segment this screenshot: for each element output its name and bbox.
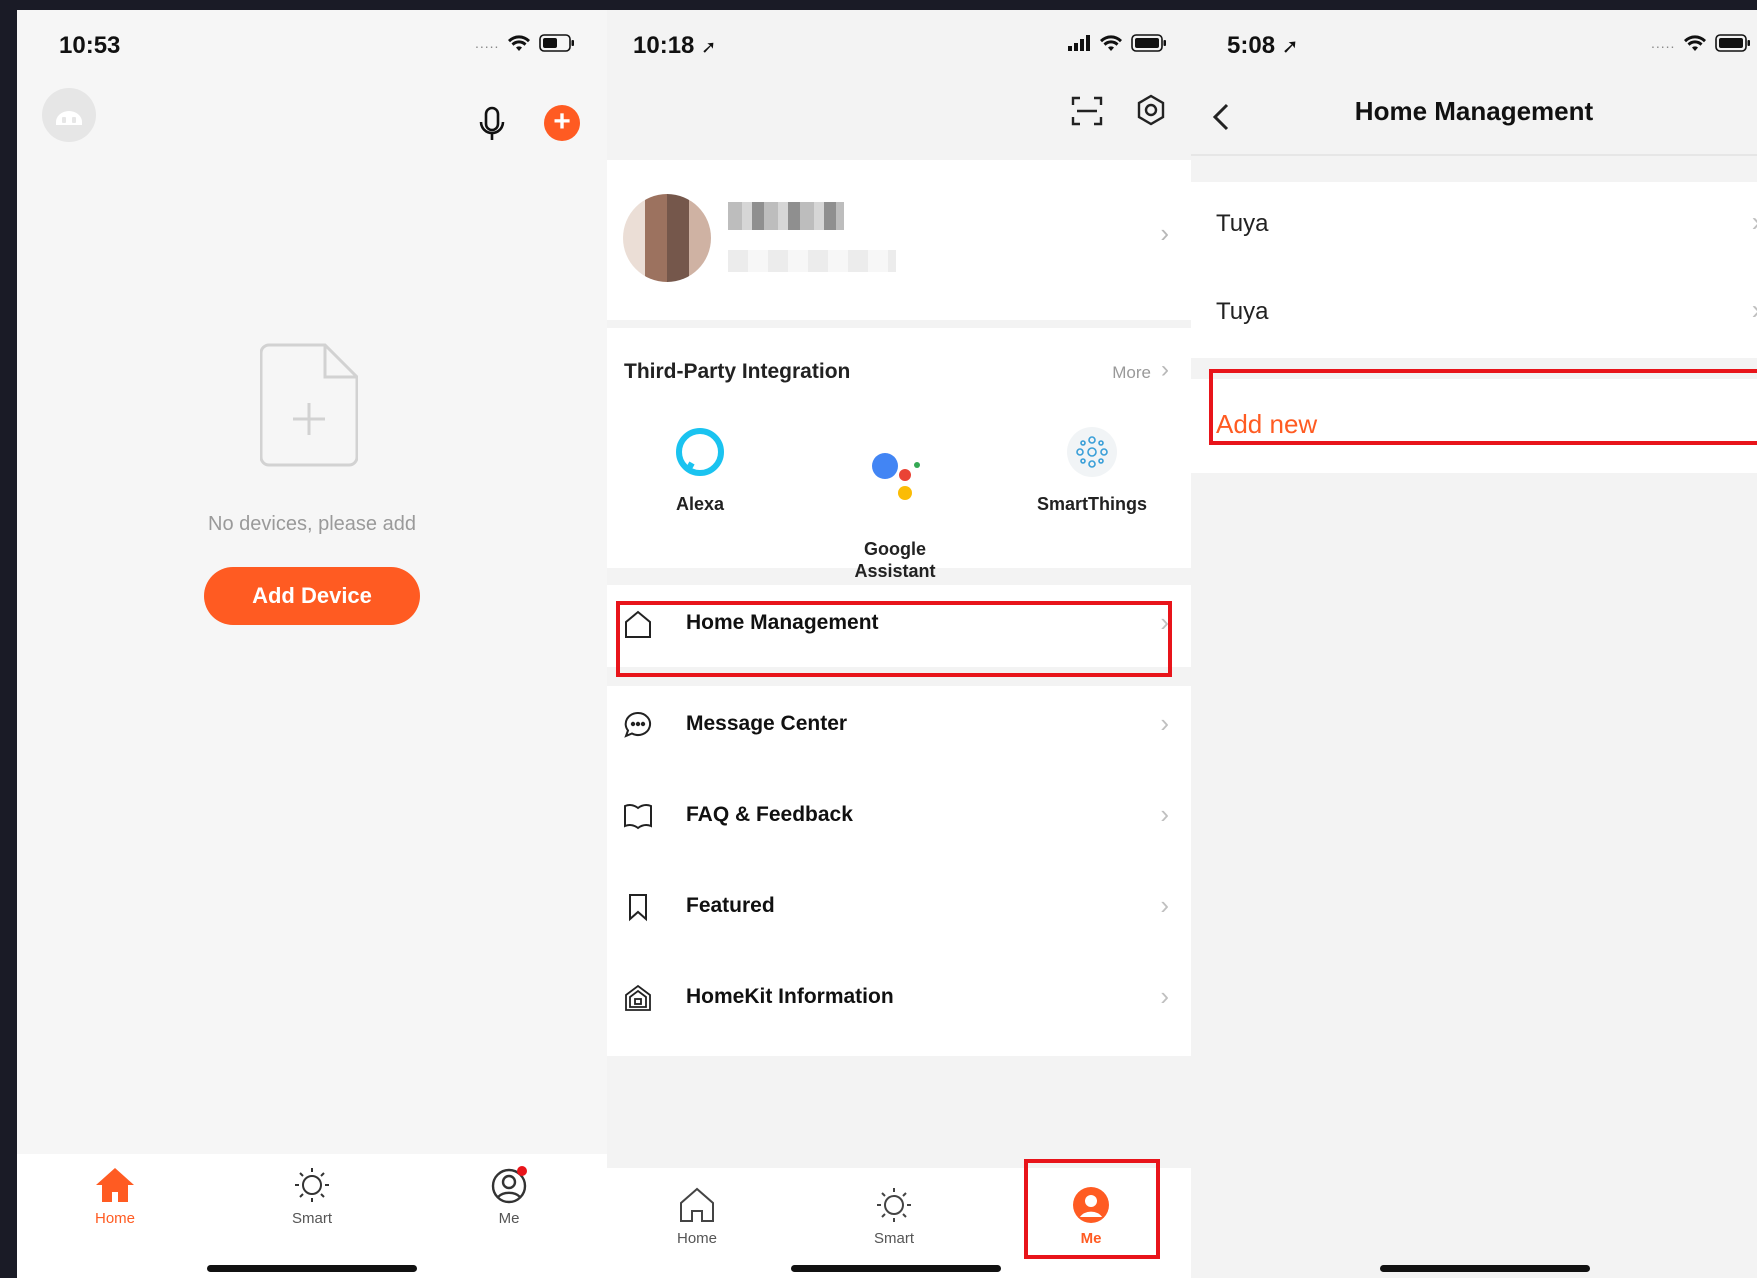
tab-smart[interactable]: Smart (252, 1166, 372, 1227)
menu-item-label: HomeKit Information (686, 985, 894, 1008)
highlight-home-management (616, 601, 1172, 677)
page-title: Home Management (1354, 96, 1594, 126)
tab-bar: Home Smart Me (17, 1154, 607, 1278)
more-link[interactable]: More (1112, 363, 1151, 383)
status-time: 10:53 (59, 32, 121, 59)
integration-label: Alexa (675, 494, 725, 514)
home-screen: 10:53 ..... + No devices, please add Add… (17, 10, 607, 1278)
home-indicator (207, 1265, 417, 1272)
settings-icon[interactable] (1135, 94, 1167, 131)
status-bar: 10:53 ..... (17, 10, 607, 80)
highlight-add-new (1209, 369, 1757, 445)
status-time-text: 5:08 (1227, 32, 1276, 59)
status-time-text: 10:18 (633, 32, 695, 59)
battery-icon (1131, 34, 1167, 52)
home-list: Tuya › Tuya › (1191, 182, 1757, 358)
empty-state-text: No devices, please add (208, 513, 416, 535)
nav-divider (1191, 154, 1757, 156)
home-name: Tuya (1216, 210, 1269, 237)
battery-icon (539, 34, 575, 52)
menu-item-featured[interactable]: Featured › (607, 868, 1191, 948)
menu-item-label: FAQ & Feedback (686, 803, 853, 826)
battery-icon (1715, 34, 1751, 52)
wifi-icon (1099, 34, 1123, 52)
status-icons: ..... (475, 34, 575, 52)
home-management-screen: 5:08 ➚ ..... Home Management Tuya › Tuya… (1191, 10, 1757, 1278)
home-list-item[interactable]: Tuya › (1191, 182, 1757, 270)
profile-account-blurred (728, 250, 896, 272)
chevron-right-icon: › (1160, 708, 1169, 738)
add-device-button[interactable]: Add Device (204, 567, 420, 625)
robot-avatar-icon[interactable] (42, 88, 96, 142)
wifi-icon (507, 34, 531, 52)
home-outline-icon (680, 1187, 714, 1222)
chevron-right-icon: › (1161, 356, 1169, 383)
home-indicator (1380, 1265, 1590, 1272)
menu-item-homekit-information[interactable]: HomeKit Information › (607, 959, 1191, 1039)
home-list-item[interactable]: Tuya › (1191, 270, 1757, 358)
tab-label: Smart (291, 1210, 332, 1227)
menu-card: Message Center › FAQ & Feedback › Featur… (607, 686, 1191, 1056)
tab-label: Smart (873, 1230, 914, 1247)
third-party-title: Third-Party Integration (624, 360, 851, 383)
wifi-icon (1683, 34, 1707, 52)
signal-dots-icon: ..... (1651, 35, 1676, 51)
homekit-icon (623, 983, 653, 1018)
scan-icon[interactable] (1071, 95, 1103, 132)
status-icons: ..... (1651, 34, 1751, 52)
avatar (623, 194, 711, 282)
integration-smartthings[interactable]: SmartThings (1002, 424, 1182, 515)
me-screen: 10:18 ➚ › Third-Party Integration More › (607, 10, 1191, 1278)
menu-item-message-center[interactable]: Message Center › (607, 686, 1191, 766)
tab-label: Me (498, 1210, 520, 1227)
tab-label: Home (94, 1210, 135, 1227)
sun-icon (877, 1188, 911, 1222)
signal-dots-icon: ..... (475, 35, 500, 51)
bookmark-icon (623, 892, 653, 927)
sun-icon (295, 1168, 329, 1202)
chat-bubble-icon (623, 710, 653, 745)
third-party-card: Third-Party Integration More › Alexa Goo… (607, 328, 1191, 581)
smartthings-icon (1002, 424, 1182, 480)
profile-card[interactable]: › (607, 160, 1191, 320)
menu-item-faq-feedback[interactable]: FAQ & Feedback › (607, 777, 1191, 857)
tab-home[interactable]: Home (55, 1166, 175, 1227)
chevron-right-icon: › (1160, 218, 1169, 248)
integration-google-assistant[interactable]: Google Assistant (805, 424, 985, 582)
status-time: 5:08 ➚ (1227, 32, 1298, 60)
chevron-right-icon: › (1160, 890, 1169, 920)
add-plus-button[interactable]: + (544, 105, 580, 141)
integration-label: SmartThings (1036, 494, 1147, 514)
integration-label: Google Assistant (854, 539, 936, 581)
home-name: Tuya (1216, 298, 1269, 325)
chevron-right-icon: › (1752, 294, 1757, 326)
book-icon (623, 801, 653, 836)
location-arrow-icon: ➚ (701, 37, 717, 57)
menu-item-label: Featured (686, 894, 775, 917)
chevron-right-icon: › (1752, 206, 1757, 238)
microphone-icon[interactable] (477, 106, 507, 147)
status-time: 10:18 ➚ (633, 32, 716, 60)
highlight-tab-me (1024, 1159, 1160, 1259)
status-bar: 10:18 ➚ (607, 10, 1191, 80)
chevron-right-icon: › (1160, 799, 1169, 829)
tab-home[interactable]: Home (637, 1186, 757, 1247)
profile-name-blurred (728, 202, 844, 230)
status-bar: 5:08 ➚ ..... (1191, 10, 1757, 80)
tab-label: Home (676, 1230, 717, 1247)
integration-alexa[interactable]: Alexa (610, 424, 790, 515)
tab-me[interactable]: Me (449, 1166, 569, 1227)
location-arrow-icon: ➚ (1281, 36, 1299, 58)
tab-smart[interactable]: Smart (834, 1186, 954, 1247)
alexa-icon (610, 424, 790, 480)
empty-document-icon (259, 343, 359, 472)
chevron-right-icon: › (1160, 981, 1169, 1011)
menu-item-label: Message Center (686, 712, 848, 735)
home-icon (96, 1168, 134, 1202)
google-assistant-icon (805, 446, 985, 502)
cell-signal-icon (1067, 34, 1091, 52)
status-icons (1067, 34, 1167, 52)
home-indicator (791, 1265, 1001, 1272)
user-icon (491, 1166, 527, 1204)
